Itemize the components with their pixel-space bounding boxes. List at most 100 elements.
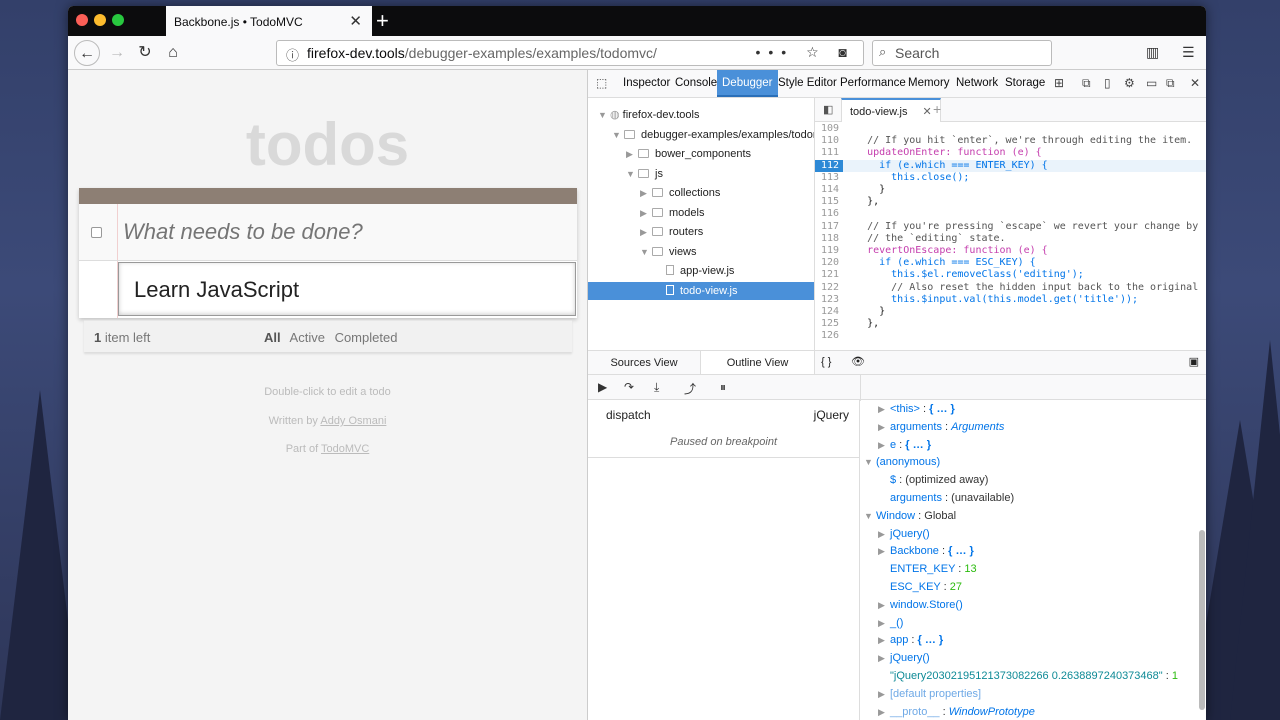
filter-active[interactable]: Active: [290, 330, 325, 345]
scope-row[interactable]: ▶ <this> : { … }: [860, 400, 1206, 418]
menu-icon[interactable]: ☰: [1182, 44, 1195, 61]
collapsed-arrow-icon[interactable]: ▶: [640, 204, 652, 222]
collapsed-arrow-icon[interactable]: ▶: [878, 400, 890, 418]
tree-folder-item[interactable]: ▼ ◍ firefox-dev.tools: [588, 106, 814, 124]
code-line[interactable]: 120 if (e.which === ESC_KEY) {: [815, 257, 1206, 269]
collapsed-arrow-icon[interactable]: ▶: [878, 436, 890, 454]
toggle-sidebar-icon[interactable]: ◧: [823, 103, 833, 116]
close-tab-icon[interactable]: ✕: [349, 12, 362, 30]
scope-row[interactable]: ENTER_KEY : 13: [860, 560, 1206, 578]
tree-folder-item[interactable]: ▶ collections: [588, 184, 814, 202]
expanded-arrow-icon[interactable]: ▼: [864, 453, 876, 471]
tree-file-item[interactable]: todo-view.js: [588, 281, 814, 300]
tree-folder-item[interactable]: ▶ models: [588, 204, 814, 222]
line-number[interactable]: 110: [815, 135, 843, 147]
scope-row[interactable]: ▶ jQuery(): [860, 525, 1206, 543]
collapsed-arrow-icon[interactable]: ▶: [878, 525, 890, 543]
layout-icon[interactable]: ⊞: [1054, 76, 1064, 90]
scope-row[interactable]: ▶ jQuery(): [860, 649, 1206, 667]
tree-folder-item[interactable]: ▼ views: [588, 243, 814, 261]
scope-row[interactable]: $ : (optimized away): [860, 471, 1206, 489]
code-line[interactable]: 111 updateOnEnter: function (e) {: [815, 147, 1206, 159]
pause-exceptions-icon[interactable]: ⏸: [720, 380, 726, 395]
minimize-window-button[interactable]: [94, 14, 106, 26]
line-number[interactable]: 118: [815, 233, 843, 245]
page-actions-icons[interactable]: ••• ☆ ◙: [756, 44, 856, 61]
scope-row[interactable]: ▶ _(): [860, 614, 1206, 632]
tree-folder-item[interactable]: ▶ bower_components: [588, 145, 814, 163]
close-tab-icon[interactable]: ✕: [923, 106, 932, 118]
tab-outline-view[interactable]: Outline View: [701, 351, 814, 375]
scope-row[interactable]: ▶ window.Store(): [860, 596, 1206, 614]
scope-row[interactable]: ESC_KEY : 27: [860, 578, 1206, 596]
tree-folder-item[interactable]: ▶ routers: [588, 223, 814, 241]
tab-memory[interactable]: Memory: [903, 70, 955, 97]
scope-row[interactable]: ▶ e : { … }: [860, 436, 1206, 454]
new-todo-input[interactable]: [123, 216, 563, 248]
forward-button[interactable]: →: [104, 40, 130, 66]
scope-row[interactable]: ▶ Backbone : { … }: [860, 542, 1206, 560]
scope-row[interactable]: ▼ (anonymous): [860, 453, 1206, 471]
sidebar-icon[interactable]: ▥: [1146, 44, 1159, 61]
collapsed-arrow-icon[interactable]: ▶: [640, 184, 652, 202]
browser-tab[interactable]: Backbone.js • TodoMVC ✕: [166, 6, 372, 36]
expanded-arrow-icon[interactable]: ▼: [598, 106, 610, 124]
line-number[interactable]: 121: [815, 269, 843, 281]
close-window-button[interactable]: [76, 14, 88, 26]
code-line[interactable]: 114 }: [815, 184, 1206, 196]
code-line[interactable]: 122 // Also reset the hidden input back …: [815, 282, 1206, 294]
tab-debugger[interactable]: Debugger: [717, 70, 778, 97]
tree-folder-item[interactable]: ▼ js: [588, 165, 814, 183]
code-line[interactable]: 125 },: [815, 318, 1206, 330]
element-picker-icon[interactable]: ⬚: [596, 76, 607, 90]
code-line[interactable]: 118 // the `editing` state.: [815, 233, 1206, 245]
frame-row[interactable]: dispatch jQuery Paused on breakpoint: [588, 400, 859, 458]
zoom-window-button[interactable]: [112, 14, 124, 26]
tab-inspector[interactable]: Inspector: [618, 70, 675, 97]
tab-storage[interactable]: Storage: [1000, 70, 1050, 97]
collapsed-arrow-icon[interactable]: ▶: [626, 145, 638, 163]
line-number[interactable]: 111: [815, 147, 843, 159]
expanded-arrow-icon[interactable]: ▼: [864, 507, 876, 525]
line-number[interactable]: 109: [815, 123, 843, 135]
line-number[interactable]: 117: [815, 221, 843, 233]
code-line[interactable]: 110 // If you hit `enter`, we're through…: [815, 135, 1206, 147]
line-number[interactable]: 120: [815, 257, 843, 269]
code-line[interactable]: 113 this.close();: [815, 172, 1206, 184]
collapsed-arrow-icon[interactable]: ▶: [878, 614, 890, 632]
step-in-icon[interactable]: ⤓: [654, 380, 659, 395]
expanded-arrow-icon[interactable]: ▼: [612, 126, 624, 144]
back-button[interactable]: ←: [74, 40, 100, 66]
line-number[interactable]: 123: [815, 294, 843, 306]
scope-row[interactable]: ▼ Window : Global: [860, 507, 1206, 525]
close-icon[interactable]: ✕: [1190, 76, 1200, 90]
todo-edit-field[interactable]: Learn JavaScript: [118, 262, 576, 316]
tree-file-item[interactable]: app-view.js: [588, 262, 814, 280]
collapsed-arrow-icon[interactable]: ▶: [878, 596, 890, 614]
tab-style-editor[interactable]: Style Editor: [773, 70, 842, 97]
line-number[interactable]: 115: [815, 196, 843, 208]
todo-item[interactable]: Learn JavaScript: [79, 261, 577, 318]
code-line[interactable]: 117 // If you're pressing `escape` we re…: [815, 221, 1206, 233]
collapsed-arrow-icon[interactable]: ▶: [878, 542, 890, 560]
collapse-pane-icon[interactable]: ▣: [1189, 355, 1199, 368]
search-input[interactable]: ⌕ Search: [872, 40, 1052, 66]
scope-row[interactable]: ▶ arguments : Arguments: [860, 418, 1206, 436]
add-tab-icon[interactable]: +: [933, 101, 941, 117]
home-button[interactable]: ⌂: [160, 40, 186, 66]
line-number[interactable]: 125: [815, 318, 843, 330]
filter-all[interactable]: All: [264, 330, 281, 345]
collapsed-arrow-icon[interactable]: ▶: [878, 649, 890, 667]
new-tab-button[interactable]: +: [376, 8, 389, 34]
pretty-print-icon[interactable]: { }: [821, 356, 831, 368]
code-line[interactable]: 121 this.$el.removeClass('editing');: [815, 269, 1206, 281]
gear-icon[interactable]: ⚙: [1124, 76, 1135, 90]
responsive-icon[interactable]: ▯: [1104, 76, 1111, 90]
resume-icon[interactable]: ▶: [598, 380, 607, 394]
separate-window-icon[interactable]: ⧉: [1166, 76, 1175, 91]
tree-folder-item[interactable]: ▼ debugger-examples/examples/todomvc: [588, 126, 814, 144]
tab-performance[interactable]: Performance: [835, 70, 911, 97]
tab-network[interactable]: Network: [951, 70, 1003, 97]
line-number[interactable]: 119: [815, 245, 843, 257]
tab-console[interactable]: Console: [670, 70, 722, 97]
